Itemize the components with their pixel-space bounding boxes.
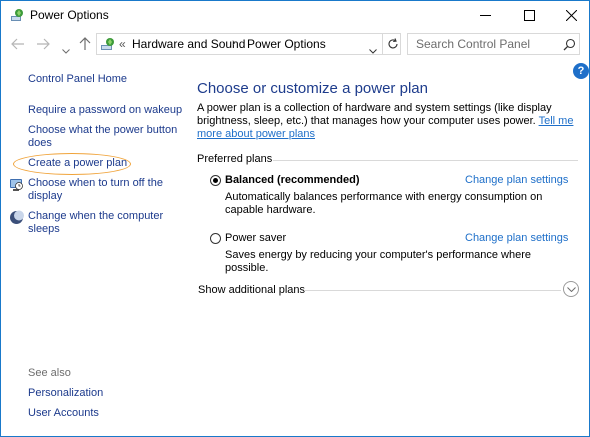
maximize-button[interactable] — [511, 1, 548, 29]
show-additional-divider — [304, 290, 561, 291]
breadcrumb-separator[interactable]: › — [232, 37, 236, 49]
minimize-button[interactable] — [467, 1, 504, 29]
balanced-plan-name[interactable]: Balanced (recommended) — [225, 174, 359, 186]
refresh-icon[interactable] — [386, 37, 400, 56]
breadcrumb-power-options[interactable]: Power Options — [247, 37, 326, 51]
navigation-bar: « Hardware and Sound › Power Options — [1, 29, 589, 59]
preferred-plans-label: Preferred plans — [197, 153, 273, 165]
address-divider — [382, 34, 383, 54]
breadcrumb-hardware-and-sound[interactable]: Hardware and Sound — [132, 37, 245, 51]
power-options-window: Power Options « Hardware and Sound › Pow… — [0, 0, 590, 437]
power-options-icon — [9, 7, 25, 23]
address-dropdown-chevron-icon[interactable] — [369, 41, 377, 59]
user-accounts-link[interactable]: User Accounts — [28, 407, 99, 420]
require-password-link[interactable]: Require a password on wakeup — [28, 104, 182, 117]
up-arrow-icon[interactable] — [79, 37, 91, 56]
sleep-moon-icon — [9, 210, 24, 230]
recent-locations-chevron-icon[interactable] — [62, 41, 70, 59]
left-navigation-pane: Control Panel Home Require a password on… — [1, 59, 185, 436]
main-content: Choose or customize a power plan A power… — [197, 59, 583, 436]
window-title: Power Options — [30, 8, 109, 22]
page-description: A power plan is a collection of hardware… — [197, 102, 581, 141]
control-panel-icon — [100, 36, 116, 52]
search-input[interactable] — [408, 34, 566, 54]
create-power-plan-link[interactable]: Create a power plan — [28, 157, 127, 170]
balanced-change-plan-settings-link[interactable]: Change plan settings — [465, 174, 568, 186]
address-overflow-chevron[interactable]: « — [119, 37, 126, 51]
address-bar[interactable]: « Hardware and Sound › Power Options — [96, 33, 401, 55]
computer-sleeps-link[interactable]: Change when the computer sleeps — [28, 210, 178, 236]
personalization-link[interactable]: Personalization — [28, 387, 103, 400]
power-saver-plan-name[interactable]: Power saver — [225, 232, 286, 244]
balanced-plan-radio[interactable] — [210, 175, 221, 186]
see-also-label: See also — [28, 367, 71, 379]
close-button[interactable] — [553, 1, 589, 29]
back-arrow-icon[interactable] — [11, 37, 25, 55]
expand-chevron-icon[interactable] — [563, 281, 579, 297]
title-bar: Power Options — [1, 1, 589, 29]
power-button-link[interactable]: Choose what the power button does — [28, 124, 178, 150]
search-icon[interactable] — [563, 38, 576, 56]
display-clock-icon — [9, 177, 24, 197]
preferred-plans-divider — [273, 160, 578, 161]
page-title: Choose or customize a power plan — [197, 80, 428, 97]
turn-off-display-link[interactable]: Choose when to turn off the display — [28, 177, 178, 203]
power-saver-plan-radio[interactable] — [210, 233, 221, 244]
control-panel-home-link[interactable]: Control Panel Home — [28, 73, 127, 86]
power-saver-plan-description: Saves energy by reducing your computer's… — [225, 249, 531, 274]
show-additional-plans-label[interactable]: Show additional plans — [198, 284, 305, 296]
balanced-plan-description: Automatically balances performance with … — [225, 191, 543, 216]
power-saver-change-plan-settings-link[interactable]: Change plan settings — [465, 232, 568, 244]
search-box[interactable] — [407, 33, 580, 55]
description-text: A power plan is a collection of hardware… — [197, 102, 552, 127]
forward-arrow-icon[interactable] — [36, 37, 50, 55]
